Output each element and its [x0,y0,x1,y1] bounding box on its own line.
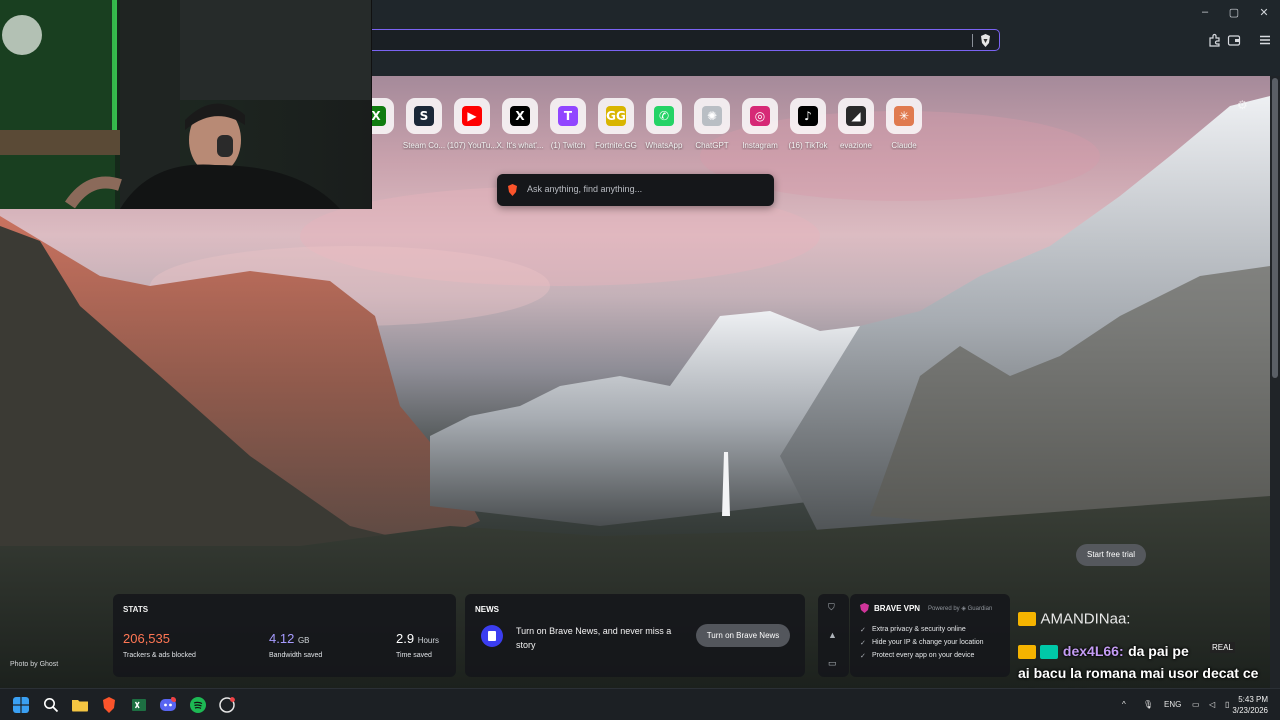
time-unit: Hours [417,636,440,645]
vpn-feature: Protect every app on your device [872,652,975,659]
steam-icon: S [414,106,434,126]
youtube-icon: ▶ [462,106,482,126]
maximize-button[interactable]: ▢ [1227,6,1241,19]
vpn-logo-icon [860,603,869,613]
spotify-icon[interactable] [190,697,206,713]
top-site-icon-tile[interactable]: ✺ [694,98,730,134]
scrollbar[interactable] [1270,76,1280,688]
vpn-widget: BRAVE VPN Powered by ◈ Guardian ✓ Extra … [850,594,1010,677]
vpn-feature: Extra privacy & security online [872,626,966,633]
trackers-blocked-label: Trackers & ads blocked [123,652,196,659]
close-button[interactable]: ✕ [1257,6,1271,19]
start-free-trial-button[interactable]: Start free trial [1076,544,1146,566]
vpn-shield-icon[interactable]: ⛉ [828,602,835,613]
chat-username: dex4L66: [1062,643,1124,659]
menu-icon[interactable] [1258,33,1272,47]
twitch-icon: T [558,106,578,126]
brave-shields-icon[interactable] [980,34,991,47]
search-icon[interactable] [43,697,59,713]
tray-overflow-icon[interactable]: ^ [1122,700,1126,709]
check-icon: ✓ [860,640,866,647]
vpn-title: BRAVE VPN [874,604,921,613]
stats-widget: STATS 206,535 Trackers & ads blocked 4.1… [113,594,456,677]
turn-on-news-button[interactable]: Turn on Brave News [696,624,790,647]
bandwidth-saved-value: 4.12 GB [269,631,310,646]
fortnitegg-icon: GG [606,106,626,126]
bandwidth-saved-label: Bandwidth saved [269,652,323,659]
top-site-label: Claude [891,141,917,150]
time-saved-label: Time saved [396,652,432,659]
vpn-triangle-icon[interactable]: ▲ [828,630,837,640]
trackers-blocked-value: 206,535 [123,631,170,646]
top-site-tile[interactable]: ✳ Claude [874,98,934,150]
minimize-button[interactable]: – [1198,6,1212,18]
whatsapp-icon: ✆ [654,106,674,126]
chat-text: da pai pe [1128,643,1189,659]
clock-date: 3/23/2026 [1232,706,1268,715]
top-site-icon-tile[interactable]: GG [598,98,634,134]
evazione-icon: ◢ [846,106,866,126]
top-site-icon-tile[interactable]: ◢ [838,98,874,134]
top-site-icon-tile[interactable]: ✳ [886,98,922,134]
top-site-icon-tile[interactable]: T [550,98,586,134]
address-separator [972,34,973,47]
language-indicator[interactable]: ENG [1164,700,1181,709]
brave-logo-icon [508,184,517,196]
news-icon [481,625,503,647]
widget-switcher: ⛉ ▲ ▭ [818,594,849,677]
top-site-icon-tile[interactable]: ◎ [742,98,778,134]
crown-badge-icon [1018,644,1036,659]
scrollbar-thumb[interactable] [1272,78,1278,378]
brave-browser-icon[interactable] [101,697,117,713]
check-icon: ✓ [860,627,866,634]
stats-title: STATS [123,605,149,614]
emote-badge: REAL [1210,642,1235,653]
vpn-feature: Hide your IP & change your location [872,639,984,646]
news-widget: NEWS Turn on Brave News, and never miss … [465,594,805,677]
news-title: NEWS [475,605,499,614]
discord-icon[interactable] [160,697,176,713]
battery-icon[interactable]: ▯ [1225,700,1229,709]
top-site-icon-tile[interactable]: S [406,98,442,134]
clock-time: 5:43 PM [1238,695,1268,704]
tiktok-icon: ♪ [798,106,818,126]
extensions-icon[interactable] [1207,33,1221,47]
app-icon[interactable] [219,697,235,713]
top-site-icon-tile[interactable]: ♪ [790,98,826,134]
bandwidth-unit: GB [297,636,310,645]
crown-badge-icon [1018,611,1036,626]
claude-icon: ✳ [894,106,914,126]
webcam-feed [0,0,371,209]
address-bar[interactable] [360,29,1000,51]
top-site-icon-tile[interactable]: ▶ [454,98,490,134]
vpn-powered-by: Powered by ◈ Guardian [928,606,993,612]
photo-credit[interactable]: Photo by Ghost [10,661,58,668]
file-explorer-icon[interactable] [72,697,88,713]
system-clock[interactable]: 5:43 PM 3/23/2026 [1232,694,1268,716]
instagram-icon: ◎ [750,106,770,126]
webcam-overlay [0,0,372,209]
network-icon[interactable]: ▭ [1192,700,1200,709]
x-icon: X [510,106,530,126]
microphone-icon[interactable]: 🎙 [1143,700,1153,709]
top-site-icon-tile[interactable]: ✆ [646,98,682,134]
chatgpt-icon: ✺ [702,106,722,126]
search-box[interactable]: Ask anything, find anything... [497,174,774,206]
chat-message-1: AMANDINaa: [1018,610,1130,630]
vpn-screen-icon[interactable]: ▭ [828,658,837,669]
top-site-icon-tile[interactable]: X [502,98,538,134]
wallet-icon[interactable] [1227,33,1241,47]
windows-start-icon[interactable] [13,697,29,713]
taskbar: ^ 🎙 ENG ▭ ◁ ▯ 5:43 PM 3/23/2026 [0,688,1280,720]
volume-icon[interactable]: ◁ [1209,700,1215,709]
sub-badge-icon [1040,644,1059,659]
time-saved-value: 2.9 Hours [396,631,440,646]
news-description: Turn on Brave News, and never miss a sto… [516,626,672,650]
customize-gear-icon[interactable]: ⚙ [1237,98,1248,112]
chat-username: AMANDINaa: [1040,610,1131,628]
excel-icon[interactable] [131,697,147,713]
check-icon: ✓ [860,653,866,660]
search-placeholder: Ask anything, find anything... [527,184,643,194]
